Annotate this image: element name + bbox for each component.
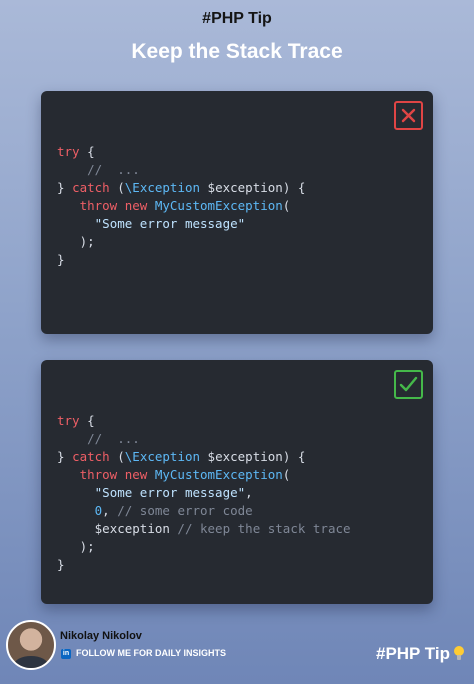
brand-tag: #PHP Tip — [376, 644, 464, 664]
code-token: \Exception — [124, 449, 201, 464]
code-token: { — [79, 144, 95, 159]
code-token: ) { — [282, 449, 306, 464]
code-token: , — [102, 503, 118, 518]
code-comment: // ... — [87, 431, 140, 446]
code-token: } — [57, 449, 73, 464]
code-comment: // keep the stack trace — [169, 521, 351, 536]
code-comment: // ... — [87, 162, 140, 177]
code-token: try — [57, 413, 80, 428]
footer: Nikolay Nikolov in FOLLOW ME FOR DAILY I… — [0, 620, 474, 684]
code-token: } — [57, 180, 73, 195]
lightbulb-icon — [454, 646, 464, 660]
code-token: ); — [79, 539, 95, 554]
bad-example-card: try { // ... } catch (\Exception $except… — [41, 91, 433, 334]
code-token: MyCustomException — [147, 467, 283, 482]
code-comment: // some error code — [117, 503, 253, 518]
code-string: "Some error message" — [94, 216, 246, 231]
code-token: $exception — [200, 180, 283, 195]
code-token: ) { — [282, 180, 306, 195]
code-token: } — [57, 252, 65, 267]
code-token: ( — [282, 198, 291, 213]
code-token: try — [57, 144, 80, 159]
brand-label: #PHP Tip — [375, 644, 450, 663]
avatar — [6, 620, 56, 670]
follow-cta[interactable]: FOLLOW ME FOR DAILY INSIGHTS — [76, 648, 226, 658]
header-tag: #PHP Tip — [202, 10, 272, 27]
check-mark-icon — [394, 370, 423, 399]
code-token: ); — [79, 234, 95, 249]
code-token: ( — [109, 449, 125, 464]
good-code-block: try { // ... } catch (\Exception $except… — [57, 412, 351, 574]
code-token: catch — [72, 449, 110, 464]
code-token: $exception — [94, 521, 170, 536]
code-token: , — [245, 485, 253, 500]
linkedin-icon[interactable]: in — [61, 649, 71, 659]
code-token: { — [79, 413, 95, 428]
author-name: Nikolay Nikolov — [60, 630, 142, 642]
code-token: catch — [72, 180, 110, 195]
code-token: \Exception — [124, 180, 201, 195]
page-title: Keep the Stack Trace — [131, 40, 343, 63]
good-example-card: try { // ... } catch (\Exception $except… — [41, 360, 433, 604]
code-token: throw new — [79, 198, 148, 213]
code-token: } — [57, 557, 65, 572]
bad-code-block: try { // ... } catch (\Exception $except… — [57, 143, 305, 269]
code-string: "Some error message" — [94, 485, 246, 500]
code-token: throw new — [79, 467, 148, 482]
code-token: ( — [109, 180, 125, 195]
x-mark-icon — [394, 101, 423, 130]
code-token: ( — [282, 467, 291, 482]
code-token: $exception — [200, 449, 283, 464]
code-token: MyCustomException — [147, 198, 283, 213]
